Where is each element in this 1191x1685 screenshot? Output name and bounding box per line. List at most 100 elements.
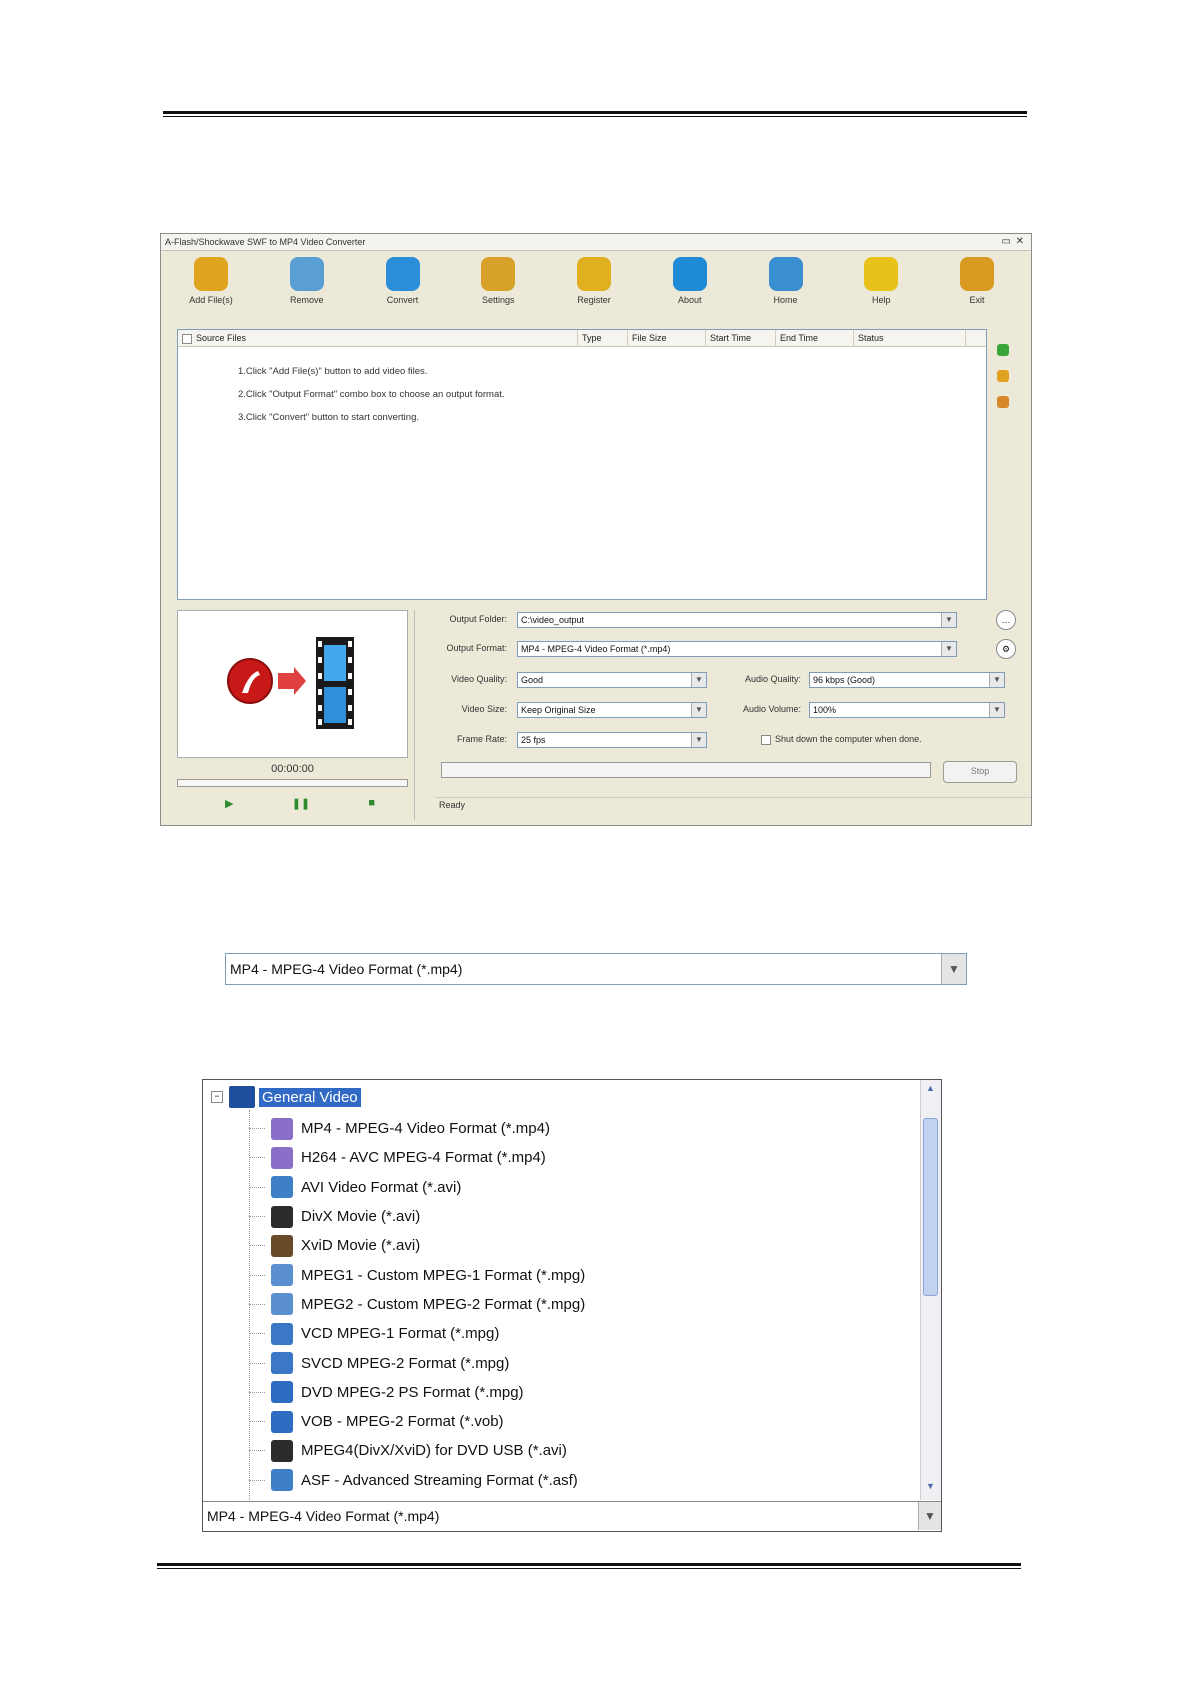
frame-rate-select[interactable]: 25 fps ▼ bbox=[517, 732, 707, 748]
divx-icon bbox=[271, 1205, 293, 1228]
format-label: AVI Video Format (*.avi) bbox=[301, 1178, 462, 1196]
format-dropdown-list[interactable]: − General Video MP4 - MPEG-4 Video Forma… bbox=[202, 1079, 942, 1532]
settings-label: Settings bbox=[481, 295, 515, 305]
format-list-item[interactable]: MPEG1 - Custom MPEG-1 Format (*.mpg) bbox=[249, 1260, 585, 1289]
col-status[interactable]: Status bbox=[854, 330, 966, 346]
preview-pane bbox=[177, 610, 408, 758]
format-settings-button[interactable]: ⚙ bbox=[996, 639, 1016, 659]
stop-button[interactable]: Stop bbox=[943, 761, 1017, 783]
scroll-up-icon[interactable]: ▲ bbox=[923, 1083, 938, 1099]
help-label: Help bbox=[871, 295, 891, 305]
format-list-item[interactable]: VOB - MPEG-2 Format (*.vob) bbox=[249, 1407, 585, 1436]
format-list-item[interactable]: ASF - Advanced Streaming Format (*.asf) bbox=[249, 1466, 585, 1495]
settings-button[interactable]: Settings bbox=[466, 257, 530, 313]
h264-icon bbox=[271, 1146, 293, 1169]
chevron-down-icon[interactable]: ▼ bbox=[941, 954, 966, 984]
output-format-select[interactable]: MP4 - MPEG-4 Video Format (*.mp4) ▼ bbox=[517, 641, 957, 657]
tree-connector bbox=[249, 1157, 265, 1159]
convert-label: Convert bbox=[386, 295, 419, 305]
about-icon bbox=[672, 257, 707, 291]
list-side-actions bbox=[997, 344, 1017, 422]
dropdown-selected-field[interactable]: MP4 - MPEG-4 Video Format (*.mp4) ▼ bbox=[203, 1501, 941, 1531]
format-label: MPEG1 - Custom MPEG-1 Format (*.mpg) bbox=[301, 1266, 586, 1284]
format-list-item[interactable]: SVCD MPEG-2 Format (*.mpg) bbox=[249, 1348, 585, 1377]
home-icon bbox=[768, 257, 803, 291]
format-list-item[interactable]: XviD Movie (*.avi) bbox=[249, 1231, 585, 1260]
svcd-icon bbox=[271, 1352, 293, 1375]
tree-connector bbox=[249, 1245, 265, 1247]
status-bar: Ready bbox=[435, 797, 1031, 812]
clear-icon[interactable] bbox=[997, 396, 1009, 408]
combo-value: MP4 - MPEG-4 Video Format (*.mp4) bbox=[230, 961, 463, 977]
exit-label: Exit bbox=[969, 295, 985, 305]
tree-category-general-video[interactable]: − General Video bbox=[211, 1084, 361, 1110]
collapse-icon[interactable]: − bbox=[211, 1091, 223, 1103]
format-list-item[interactable]: VCD MPEG-1 Format (*.mpg) bbox=[249, 1319, 585, 1348]
convert-button[interactable]: Convert bbox=[371, 257, 435, 313]
tree-connector bbox=[249, 1274, 265, 1276]
scroll-down-icon[interactable]: ▼ bbox=[923, 1481, 938, 1497]
chevron-down-icon[interactable]: ▼ bbox=[918, 1502, 941, 1530]
tree-connector bbox=[249, 1421, 265, 1423]
header-rule-thin bbox=[163, 116, 1027, 117]
remove-button[interactable]: Remove bbox=[275, 257, 339, 313]
audio-volume-select[interactable]: 100% ▼ bbox=[809, 702, 1005, 718]
video-size-select[interactable]: Keep Original Size ▼ bbox=[517, 702, 707, 718]
format-label: MPEG2 - Custom MPEG-2 Format (*.mpg) bbox=[301, 1295, 586, 1313]
play-icon[interactable]: ▶ bbox=[225, 797, 233, 810]
format-list-item[interactable]: MP4 - MPEG-4 Video Format (*.mp4) bbox=[249, 1114, 585, 1143]
col-file-size[interactable]: File Size bbox=[628, 330, 706, 346]
browse-folder-button[interactable]: … bbox=[996, 610, 1016, 630]
pause-icon[interactable]: ❚❚ bbox=[292, 797, 310, 810]
format-list-item[interactable]: MPEG4(DivX/XviD) for DVD USB (*.avi) bbox=[249, 1436, 585, 1465]
preview-controls: ▶ ❚❚ ■ bbox=[225, 797, 375, 810]
tree-connector bbox=[249, 1216, 265, 1218]
format-list-item[interactable]: MPEG2 - Custom MPEG-2 Format (*.mpg) bbox=[249, 1290, 585, 1319]
tree-connector bbox=[249, 1450, 265, 1452]
format-list-item[interactable]: DVD MPEG-2 PS Format (*.mpg) bbox=[249, 1378, 585, 1407]
register-button[interactable]: Register bbox=[562, 257, 626, 313]
output-format-combo[interactable]: MP4 - MPEG-4 Video Format (*.mp4) ▼ bbox=[225, 953, 967, 985]
tree-connector bbox=[249, 1362, 265, 1364]
format-list-item[interactable]: DivX Movie (*.avi) bbox=[249, 1202, 585, 1231]
select-all-checkbox[interactable] bbox=[182, 333, 192, 344]
dvd-icon bbox=[271, 1381, 293, 1404]
col-type[interactable]: Type bbox=[578, 330, 628, 346]
scroll-thumb[interactable] bbox=[923, 1118, 938, 1296]
add-icon[interactable] bbox=[997, 344, 1009, 356]
video-quality-select[interactable]: Good ▼ bbox=[517, 672, 707, 688]
stop-icon[interactable]: ■ bbox=[368, 797, 375, 810]
dropdown-scrollbar[interactable]: ▲ ▼ bbox=[920, 1080, 941, 1500]
delete-icon[interactable] bbox=[997, 370, 1009, 382]
format-list-item[interactable]: H264 - AVC MPEG-4 Format (*.mp4) bbox=[249, 1143, 585, 1172]
tree-connector bbox=[249, 1128, 265, 1130]
preview-seek-bar[interactable] bbox=[177, 779, 408, 787]
add-files-button[interactable]: Add File(s) bbox=[179, 257, 243, 313]
format-label: DivX Movie (*.avi) bbox=[301, 1208, 421, 1226]
about-button[interactable]: About bbox=[658, 257, 722, 313]
format-list-item[interactable]: AVI Video Format (*.avi) bbox=[249, 1173, 585, 1202]
source-file-list[interactable]: Source Files Type File Size Start Time E… bbox=[177, 329, 987, 600]
selected-format: MP4 - MPEG-4 Video Format (*.mp4) bbox=[207, 1508, 440, 1524]
asf-icon bbox=[271, 1469, 293, 1492]
video-size-label: Video Size: bbox=[461, 704, 507, 714]
audio-quality-select[interactable]: 96 kbps (Good) ▼ bbox=[809, 672, 1005, 688]
exit-button[interactable]: Exit bbox=[945, 257, 1009, 313]
col-end-time[interactable]: End Time bbox=[776, 330, 854, 346]
footer-rule-thin bbox=[157, 1568, 1021, 1569]
about-label: About bbox=[677, 295, 702, 305]
footer-rule bbox=[157, 1563, 1021, 1566]
register-label: Register bbox=[577, 295, 611, 305]
col-source-files[interactable]: Source Files bbox=[178, 330, 578, 346]
vcd-icon bbox=[271, 1322, 293, 1345]
shutdown-checkbox[interactable] bbox=[761, 734, 771, 745]
output-folder-select[interactable]: C:\video_output ▼ bbox=[517, 612, 957, 628]
add-files-label: Add File(s) bbox=[189, 295, 233, 305]
audio-quality-label: Audio Quality: bbox=[744, 674, 801, 684]
shutdown-option[interactable]: Shut down the computer when done. bbox=[761, 734, 922, 745]
home-button[interactable]: Home bbox=[754, 257, 818, 313]
help-button[interactable]: Help bbox=[849, 257, 913, 313]
window-controls[interactable]: ▭ ✕ bbox=[1001, 234, 1025, 250]
col-start-time[interactable]: Start Time bbox=[706, 330, 776, 346]
format-label: SVCD MPEG-2 Format (*.mpg) bbox=[301, 1354, 510, 1372]
